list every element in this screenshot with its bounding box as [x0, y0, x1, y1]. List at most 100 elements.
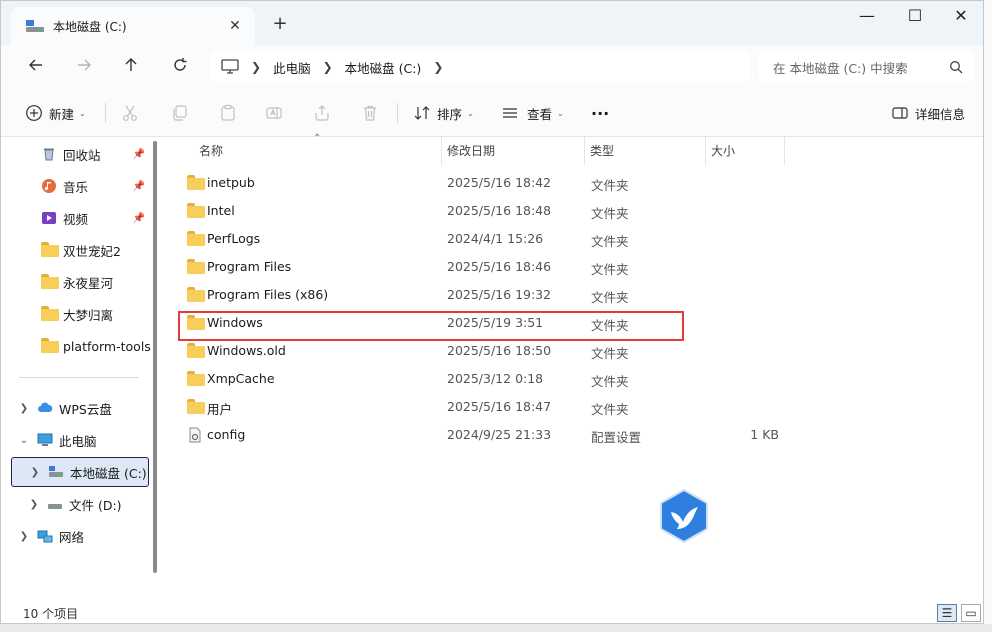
file-date: 2025/5/16 19:32 — [447, 287, 552, 302]
minimize-button[interactable]: — — [844, 1, 890, 33]
table-row[interactable]: 用户 2025/5/16 18:47 文件夹 — [179, 393, 839, 421]
nav-item-label: 双世宠妃2 — [63, 243, 121, 259]
folder-icon — [41, 306, 59, 322]
maximize-button[interactable]: ☐ — [892, 1, 938, 33]
table-row[interactable]: Intel 2025/5/16 18:48 文件夹 — [179, 197, 839, 225]
chevron-right-icon[interactable]: ❯ — [17, 403, 31, 414]
file-name: XmpCache — [207, 371, 275, 386]
file-date: 2025/5/16 18:42 — [447, 175, 552, 190]
table-row[interactable]: Program Files (x86) 2025/5/16 19:32 文件夹 — [179, 281, 839, 309]
forward-button[interactable] — [71, 55, 97, 81]
background-window — [984, 0, 992, 632]
nav-item-folder[interactable]: 双世宠妃2 — [11, 235, 149, 265]
nav-scrollbar[interactable] — [153, 141, 157, 573]
nav-item-this-pc[interactable]: ⌄ 此电脑 — [11, 425, 149, 455]
nav-item-label: 音乐 — [63, 179, 89, 195]
folder-icon — [187, 343, 205, 358]
delete-button[interactable] — [361, 101, 379, 125]
column-divider[interactable] — [784, 137, 785, 165]
background-window — [0, 624, 992, 632]
nav-item-wps-cloud[interactable]: ❯ WPS云盘 — [11, 393, 149, 423]
table-row[interactable]: Program Files 2025/5/16 18:46 文件夹 — [179, 253, 839, 281]
copy-button[interactable] — [171, 101, 189, 125]
file-type: 配置设置 — [591, 430, 642, 445]
chevron-right-icon[interactable]: ❯ — [28, 467, 42, 478]
chevron-down-icon: ⌄ — [557, 108, 564, 118]
chevron-right-icon: ❯ — [433, 60, 444, 74]
nav-item-folder[interactable]: 永夜星河 — [11, 267, 149, 297]
divider — [397, 103, 398, 123]
paste-button[interactable] — [219, 101, 237, 125]
details-pane-icon — [892, 107, 908, 119]
nav-item-label: 网络 — [59, 529, 85, 545]
share-button[interactable] — [313, 101, 331, 125]
search-input[interactable]: 在 本地磁盘 (C:) 中搜索 — [759, 51, 973, 83]
view-label: 查看 — [527, 106, 553, 122]
up-button[interactable] — [118, 55, 144, 81]
nav-item-recycle-bin[interactable]: 回收站 📌 — [11, 139, 149, 169]
nav-item-video[interactable]: 视频 📌 — [11, 203, 149, 233]
tab-local-disk-c[interactable]: 本地磁盘 (C:) ✕ — [11, 7, 255, 45]
nav-item-folder[interactable]: 大梦归离 — [11, 299, 149, 329]
refresh-button[interactable] — [167, 55, 193, 81]
column-header-date[interactable]: 修改日期 — [447, 137, 577, 165]
status-bar: 10 个项目 ☰ ▭ — [1, 601, 983, 623]
column-divider[interactable] — [705, 137, 706, 165]
new-label: 新建 — [49, 106, 75, 122]
more-options-button[interactable]: ··· — [591, 101, 609, 125]
cut-button[interactable] — [121, 101, 139, 125]
nav-divider — [19, 377, 139, 378]
table-row[interactable]: config 2024/9/25 21:33 配置设置 1 KB — [179, 421, 839, 449]
table-row[interactable]: XmpCache 2025/3/12 0:18 文件夹 — [179, 365, 839, 393]
rename-icon — [266, 107, 282, 119]
column-divider[interactable] — [441, 137, 442, 165]
nav-item-drive-d[interactable]: ❯ 文件 (D:) — [11, 489, 149, 519]
rename-button[interactable] — [265, 101, 283, 125]
search-icon — [950, 61, 963, 74]
file-name: Windows.old — [207, 343, 286, 358]
file-type: 文件夹 — [591, 234, 629, 249]
drive-icon — [47, 496, 63, 512]
details-button[interactable]: 详细信息 — [891, 101, 965, 125]
nav-item-local-disk-c[interactable]: ❯ 本地磁盘 (C:) — [11, 457, 149, 487]
back-button[interactable] — [23, 55, 49, 81]
nav-item-folder[interactable]: platform-tools — [11, 331, 151, 361]
table-row[interactable]: PerfLogs 2024/4/1 15:26 文件夹 — [179, 225, 839, 253]
drive-icon — [25, 18, 45, 34]
chevron-right-icon: ❯ — [322, 60, 333, 74]
chevron-right-icon[interactable]: ❯ — [17, 531, 31, 542]
plus-circle-icon — [26, 105, 42, 121]
close-window-button[interactable]: ✕ — [938, 1, 983, 33]
chevron-down-icon[interactable]: ⌄ — [17, 435, 31, 446]
column-header-type[interactable]: 类型 — [590, 137, 700, 165]
file-date: 2024/9/25 21:33 — [447, 427, 552, 442]
video-icon — [41, 210, 57, 226]
folder-icon — [187, 371, 205, 386]
copy-icon — [173, 105, 187, 121]
table-row[interactable]: Windows.old 2025/5/16 18:50 文件夹 — [179, 337, 839, 365]
tab-title: 本地磁盘 (C:) — [53, 19, 127, 34]
view-button[interactable]: 查看 ⌄ — [501, 101, 564, 125]
new-tab-button[interactable]: + — [269, 13, 291, 35]
new-button[interactable]: 新建 ⌄ — [25, 101, 86, 125]
details-view-button[interactable]: ☰ — [937, 604, 957, 622]
nav-item-music[interactable]: 音乐 📌 — [11, 171, 149, 201]
tiles-view-button[interactable]: ▭ — [961, 604, 981, 622]
folder-icon — [187, 175, 205, 190]
nav-item-network[interactable]: ❯ 网络 — [11, 521, 149, 551]
close-tab-button[interactable]: ✕ — [225, 18, 245, 34]
command-bar: 新建 ⌄ 排序 ⌄ 查看 ⌄ ··· 详细信息 — [1, 89, 983, 137]
folder-icon — [41, 274, 59, 290]
chevron-right-icon[interactable]: ❯ — [27, 499, 41, 510]
sort-button[interactable]: 排序 ⌄ — [413, 101, 474, 125]
file-name: 用户 — [207, 402, 233, 417]
address-bar[interactable]: ❯ 此电脑 ❯ 本地磁盘 (C:) ❯ — [211, 51, 749, 83]
column-header-size[interactable]: 大小 — [711, 137, 781, 165]
breadcrumb-local-disk[interactable]: 本地磁盘 (C:) — [345, 58, 422, 77]
search-placeholder: 在 本地磁盘 (C:) 中搜索 — [773, 60, 908, 76]
table-row[interactable]: inetpub 2025/5/16 18:42 文件夹 — [179, 169, 839, 197]
details-label: 详细信息 — [915, 106, 966, 122]
column-header-name[interactable]: 名称 — [199, 137, 439, 165]
breadcrumb-this-pc[interactable]: 此电脑 — [273, 58, 311, 77]
column-divider[interactable] — [584, 137, 585, 165]
